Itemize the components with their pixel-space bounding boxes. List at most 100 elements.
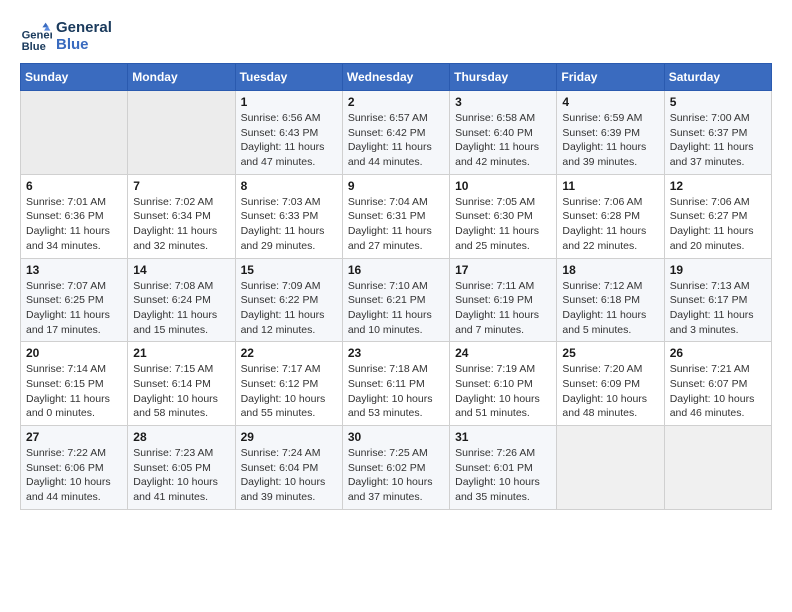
day-number: 27 <box>26 430 122 444</box>
calendar-cell: 10 Sunrise: 7:05 AM Sunset: 6:30 PM Dayli… <box>450 174 557 258</box>
calendar-cell: 9 Sunrise: 7:04 AM Sunset: 6:31 PM Daylig… <box>342 174 449 258</box>
day-info: Sunrise: 6:59 AM Sunset: 6:39 PM Dayligh… <box>562 111 658 170</box>
day-info: Sunrise: 7:18 AM Sunset: 6:11 PM Dayligh… <box>348 362 444 421</box>
day-info: Sunrise: 7:20 AM Sunset: 6:09 PM Dayligh… <box>562 362 658 421</box>
calendar-cell: 31Sunrise: 7:26 AM Sunset: 6:01 PM Dayli… <box>450 426 557 510</box>
weekday-header-thursday: Thursday <box>450 64 557 91</box>
day-number: 3 <box>455 95 551 109</box>
calendar-cell <box>21 91 128 175</box>
calendar-row-3: 13 Sunrise: 7:07 AM Sunset: 6:25 PM Dayli… <box>21 258 772 342</box>
day-number: 9 <box>348 179 444 193</box>
day-info: Sunrise: 7:17 AM Sunset: 6:12 PM Dayligh… <box>241 362 337 421</box>
day-number: 6 <box>26 179 122 193</box>
day-number: 13 <box>26 263 122 277</box>
calendar-cell: 13 Sunrise: 7:07 AM Sunset: 6:25 PM Dayli… <box>21 258 128 342</box>
day-info: Sunrise: 7:03 AM Sunset: 6:33 PM Dayligh… <box>241 195 337 254</box>
calendar-cell: 4 Sunrise: 6:59 AM Sunset: 6:39 PM Daylig… <box>557 91 664 175</box>
calendar-cell: 3Sunrise: 6:58 AM Sunset: 6:40 PM Daylig… <box>450 91 557 175</box>
day-info: Sunrise: 7:08 AM Sunset: 6:24 PM Dayligh… <box>133 279 229 338</box>
day-number: 22 <box>241 346 337 360</box>
weekday-header-wednesday: Wednesday <box>342 64 449 91</box>
day-number: 21 <box>133 346 229 360</box>
calendar-cell: 19Sunrise: 7:13 AM Sunset: 6:17 PM Dayli… <box>664 258 771 342</box>
day-number: 30 <box>348 430 444 444</box>
weekday-header-row: SundayMondayTuesdayWednesdayThursdayFrid… <box>21 64 772 91</box>
day-number: 12 <box>670 179 766 193</box>
day-number: 20 <box>26 346 122 360</box>
day-number: 29 <box>241 430 337 444</box>
day-info: Sunrise: 7:06 AM Sunset: 6:27 PM Dayligh… <box>670 195 766 254</box>
calendar-cell: 16Sunrise: 7:10 AM Sunset: 6:21 PM Dayli… <box>342 258 449 342</box>
day-info: Sunrise: 7:01 AM Sunset: 6:36 PM Dayligh… <box>26 195 122 254</box>
calendar-cell: 17 Sunrise: 7:11 AM Sunset: 6:19 PM Dayli… <box>450 258 557 342</box>
day-info: Sunrise: 7:05 AM Sunset: 6:30 PM Dayligh… <box>455 195 551 254</box>
day-info: Sunrise: 7:04 AM Sunset: 6:31 PM Dayligh… <box>348 195 444 254</box>
day-number: 31 <box>455 430 551 444</box>
day-number: 18 <box>562 263 658 277</box>
calendar-cell: 30 Sunrise: 7:25 AM Sunset: 6:02 PM Dayli… <box>342 426 449 510</box>
calendar-row-5: 27 Sunrise: 7:22 AM Sunset: 6:06 PM Dayli… <box>21 426 772 510</box>
day-info: Sunrise: 7:02 AM Sunset: 6:34 PM Dayligh… <box>133 195 229 254</box>
day-info: Sunrise: 7:00 AM Sunset: 6:37 PM Dayligh… <box>670 111 766 170</box>
day-info: Sunrise: 7:14 AM Sunset: 6:15 PM Dayligh… <box>26 362 122 421</box>
calendar-cell: 21Sunrise: 7:15 AM Sunset: 6:14 PM Dayli… <box>128 342 235 426</box>
calendar-cell: 23Sunrise: 7:18 AM Sunset: 6:11 PM Dayli… <box>342 342 449 426</box>
day-number: 19 <box>670 263 766 277</box>
calendar-cell: 7 Sunrise: 7:02 AM Sunset: 6:34 PM Daylig… <box>128 174 235 258</box>
calendar-cell: 6 Sunrise: 7:01 AM Sunset: 6:36 PM Daylig… <box>21 174 128 258</box>
day-info: Sunrise: 7:24 AM Sunset: 6:04 PM Dayligh… <box>241 446 337 505</box>
svg-text:General: General <box>22 29 52 41</box>
day-number: 8 <box>241 179 337 193</box>
calendar-cell: 12 Sunrise: 7:06 AM Sunset: 6:27 PM Dayli… <box>664 174 771 258</box>
day-info: Sunrise: 7:06 AM Sunset: 6:28 PM Dayligh… <box>562 195 658 254</box>
weekday-header-saturday: Saturday <box>664 64 771 91</box>
day-info: Sunrise: 7:09 AM Sunset: 6:22 PM Dayligh… <box>241 279 337 338</box>
logo-text-line2: Blue <box>56 37 112 54</box>
calendar-cell <box>128 91 235 175</box>
day-number: 10 <box>455 179 551 193</box>
calendar-cell: 20 Sunrise: 7:14 AM Sunset: 6:15 PM Dayli… <box>21 342 128 426</box>
day-info: Sunrise: 7:25 AM Sunset: 6:02 PM Dayligh… <box>348 446 444 505</box>
calendar-cell: 11 Sunrise: 7:06 AM Sunset: 6:28 PM Dayli… <box>557 174 664 258</box>
day-number: 28 <box>133 430 229 444</box>
day-number: 24 <box>455 346 551 360</box>
weekday-header-sunday: Sunday <box>21 64 128 91</box>
day-number: 26 <box>670 346 766 360</box>
calendar-cell: 28 Sunrise: 7:23 AM Sunset: 6:05 PM Dayli… <box>128 426 235 510</box>
svg-text:Blue: Blue <box>22 40 46 52</box>
calendar-cell: 5Sunrise: 7:00 AM Sunset: 6:37 PM Daylig… <box>664 91 771 175</box>
calendar-cell: 29 Sunrise: 7:24 AM Sunset: 6:04 PM Dayli… <box>235 426 342 510</box>
calendar-cell: 24Sunrise: 7:19 AM Sunset: 6:10 PM Dayli… <box>450 342 557 426</box>
weekday-header-monday: Monday <box>128 64 235 91</box>
calendar-row-2: 6 Sunrise: 7:01 AM Sunset: 6:36 PM Daylig… <box>21 174 772 258</box>
day-number: 1 <box>241 95 337 109</box>
day-number: 25 <box>562 346 658 360</box>
day-info: Sunrise: 7:12 AM Sunset: 6:18 PM Dayligh… <box>562 279 658 338</box>
day-info: Sunrise: 6:57 AM Sunset: 6:42 PM Dayligh… <box>348 111 444 170</box>
calendar-cell: 18 Sunrise: 7:12 AM Sunset: 6:18 PM Dayli… <box>557 258 664 342</box>
day-info: Sunrise: 6:56 AM Sunset: 6:43 PM Dayligh… <box>241 111 337 170</box>
day-info: Sunrise: 7:07 AM Sunset: 6:25 PM Dayligh… <box>26 279 122 338</box>
day-number: 15 <box>241 263 337 277</box>
day-number: 16 <box>348 263 444 277</box>
day-info: Sunrise: 7:22 AM Sunset: 6:06 PM Dayligh… <box>26 446 122 505</box>
calendar-row-1: 1 Sunrise: 6:56 AM Sunset: 6:43 PM Daylig… <box>21 91 772 175</box>
calendar-cell: 8 Sunrise: 7:03 AM Sunset: 6:33 PM Daylig… <box>235 174 342 258</box>
day-number: 4 <box>562 95 658 109</box>
calendar-cell <box>664 426 771 510</box>
day-number: 14 <box>133 263 229 277</box>
logo: General Blue General Blue <box>20 20 112 53</box>
day-info: Sunrise: 7:23 AM Sunset: 6:05 PM Dayligh… <box>133 446 229 505</box>
weekday-header-friday: Friday <box>557 64 664 91</box>
day-number: 17 <box>455 263 551 277</box>
calendar-cell: 1 Sunrise: 6:56 AM Sunset: 6:43 PM Daylig… <box>235 91 342 175</box>
calendar-cell: 2Sunrise: 6:57 AM Sunset: 6:42 PM Daylig… <box>342 91 449 175</box>
calendar-cell: 22 Sunrise: 7:17 AM Sunset: 6:12 PM Dayli… <box>235 342 342 426</box>
day-info: Sunrise: 7:11 AM Sunset: 6:19 PM Dayligh… <box>455 279 551 338</box>
calendar-table: SundayMondayTuesdayWednesdayThursdayFrid… <box>20 63 772 510</box>
day-number: 7 <box>133 179 229 193</box>
calendar-cell <box>557 426 664 510</box>
day-number: 11 <box>562 179 658 193</box>
calendar-cell: 25 Sunrise: 7:20 AM Sunset: 6:09 PM Dayli… <box>557 342 664 426</box>
calendar-row-4: 20 Sunrise: 7:14 AM Sunset: 6:15 PM Dayli… <box>21 342 772 426</box>
